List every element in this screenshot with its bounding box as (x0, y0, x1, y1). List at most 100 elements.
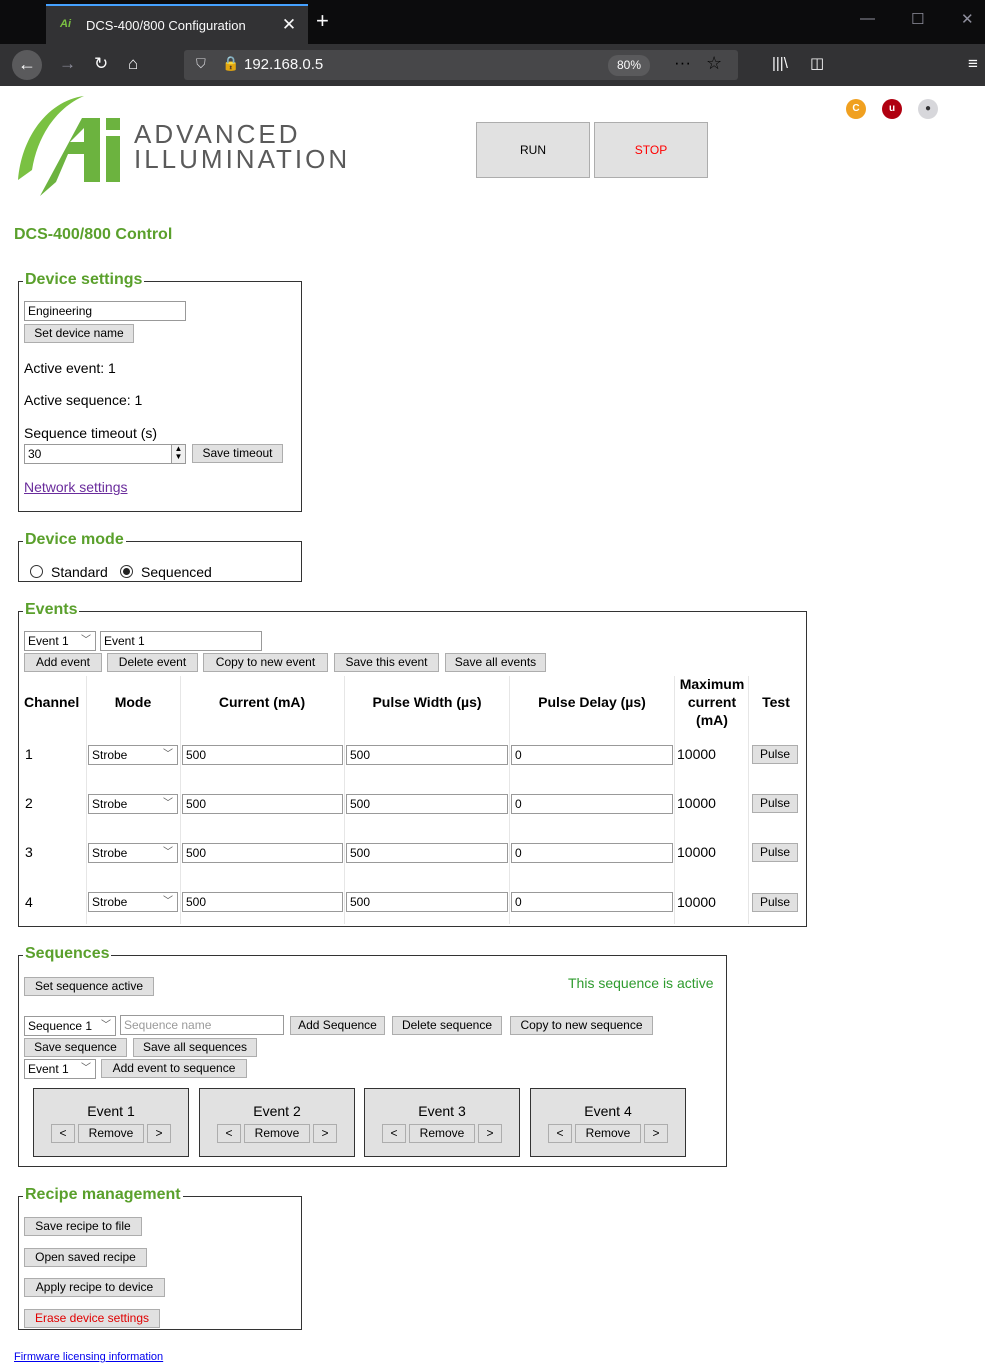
save-this-event-button[interactable]: Save this event (334, 653, 439, 672)
window-close-icon[interactable]: ✕ (961, 10, 974, 28)
pulse-width-input[interactable]: 500 (346, 843, 508, 863)
channel-cell: 1 (25, 746, 33, 762)
pulse-delay-input[interactable]: 0 (511, 843, 673, 863)
pulse-button[interactable]: Pulse (752, 745, 798, 764)
max-current-header-line-1: Maximum (679, 676, 745, 692)
set-device-name-button[interactable]: Set device name (24, 324, 134, 343)
move-right-button[interactable]: > (313, 1124, 337, 1143)
back-icon[interactable]: ← (12, 50, 42, 80)
add-sequence-button[interactable]: Add Sequence (290, 1016, 385, 1035)
channel-cell: 4 (25, 894, 33, 910)
sequence-name-input[interactable]: Sequence name (120, 1015, 284, 1035)
set-sequence-active-button[interactable]: Set sequence active (24, 977, 154, 996)
address-bar[interactable]: ⛉ 🔒 192.168.0.5 80% ··· ☆ (184, 50, 738, 80)
mode-select[interactable]: Strobe ﹀ (88, 745, 178, 765)
erase-device-settings-button[interactable]: Erase device settings (24, 1309, 160, 1328)
copy-to-new-sequence-button[interactable]: Copy to new sequence (510, 1016, 653, 1035)
move-left-button[interactable]: < (382, 1124, 406, 1143)
sequenced-radio[interactable] (120, 565, 133, 578)
library-icon[interactable]: |||\ (772, 53, 788, 75)
move-left-button[interactable]: < (51, 1124, 75, 1143)
mode-select[interactable]: Strobe ﹀ (88, 794, 178, 814)
delete-sequence-button[interactable]: Delete sequence (392, 1016, 502, 1035)
pulse-button[interactable]: Pulse (752, 794, 798, 813)
current-input[interactable]: 500 (182, 745, 343, 765)
tab-title: DCS-400/800 Configuration (86, 17, 246, 33)
recipe-management-legend: Recipe management (23, 1185, 183, 1205)
event-select[interactable]: Event 1 ﹀ (24, 631, 96, 651)
pulse-delay-input[interactable]: 0 (511, 794, 673, 814)
spinner-icon[interactable]: ▲ ▼ (171, 445, 185, 463)
move-left-button[interactable]: < (217, 1124, 241, 1143)
copy-to-new-event-button[interactable]: Copy to new event (203, 653, 328, 672)
mode-select[interactable]: Strobe ﹀ (88, 843, 178, 863)
pulse-button[interactable]: Pulse (752, 843, 798, 862)
timeout-value: 30 (28, 447, 42, 461)
device-mode-legend: Device mode (23, 530, 126, 550)
page-actions-icon[interactable]: ··· (674, 53, 691, 73)
close-tab-icon[interactable]: ✕ (278, 15, 300, 35)
event-card-name: Event 1 (87, 1103, 135, 1119)
pulse-delay-input[interactable]: 0 (511, 892, 673, 912)
apply-recipe-to-device-button[interactable]: Apply recipe to device (24, 1278, 165, 1297)
timeout-input[interactable]: 30 ▲ ▼ (24, 444, 186, 464)
ublock-icon[interactable]: u (882, 99, 902, 119)
sequence-select-value: Sequence 1 (28, 1019, 93, 1033)
move-right-button[interactable]: > (644, 1124, 668, 1143)
delete-event-button[interactable]: Delete event (107, 653, 198, 672)
forward-icon[interactable]: → (59, 53, 76, 75)
pulse-width-input[interactable]: 500 (346, 794, 508, 814)
shield-icon[interactable]: ⛉ (196, 56, 206, 72)
insecure-lock-icon[interactable]: 🔒 (222, 55, 239, 72)
sidebar-icon[interactable]: ◫ (810, 53, 824, 75)
current-input[interactable]: 500 (182, 843, 343, 863)
sequences-legend: Sequences (23, 944, 112, 964)
remove-event-button[interactable]: Remove (78, 1124, 144, 1143)
sequence-select[interactable]: Sequence 1 ﹀ (24, 1016, 116, 1036)
mode-select[interactable]: Strobe ﹀ (88, 892, 178, 912)
save-timeout-button[interactable]: Save timeout (192, 444, 283, 463)
current-input[interactable]: 500 (182, 794, 343, 814)
extension-coupon-icon[interactable]: C (846, 99, 866, 119)
chevron-down-icon: ﹀ (81, 1063, 91, 1074)
remove-event-button[interactable]: Remove (244, 1124, 310, 1143)
add-event-to-sequence-button[interactable]: Add event to sequence (101, 1059, 247, 1078)
new-tab-icon[interactable]: + (316, 9, 329, 33)
save-all-events-button[interactable]: Save all events (445, 653, 546, 672)
sequence-event-select[interactable]: Event 1 ﹀ (24, 1059, 96, 1079)
pulse-button[interactable]: Pulse (752, 893, 798, 912)
remove-event-button[interactable]: Remove (409, 1124, 475, 1143)
stop-button[interactable]: STOP (594, 122, 708, 178)
open-saved-recipe-button[interactable]: Open saved recipe (24, 1248, 147, 1267)
move-right-button[interactable]: > (478, 1124, 502, 1143)
pulse-width-header: Pulse Width (µs) (372, 694, 482, 710)
save-sequence-button[interactable]: Save sequence (24, 1038, 127, 1057)
save-all-sequences-button[interactable]: Save all sequences (133, 1038, 257, 1057)
run-button[interactable]: RUN (476, 122, 590, 178)
add-event-button[interactable]: Add event (24, 653, 102, 672)
standard-radio[interactable] (30, 565, 43, 578)
home-icon[interactable]: ⌂ (128, 53, 138, 75)
minimize-icon[interactable]: — (860, 10, 875, 27)
ai-favicon-icon: Ai (60, 18, 71, 30)
account-icon[interactable]: ● (918, 99, 938, 119)
current-input[interactable]: 500 (182, 892, 343, 912)
event-name-input[interactable]: Event 1 (100, 631, 262, 651)
pulse-width-input[interactable]: 500 (346, 745, 508, 765)
pulse-delay-input[interactable]: 0 (511, 745, 673, 765)
firmware-licensing-link[interactable]: Firmware licensing information (14, 1351, 163, 1363)
browser-tab[interactable]: Ai DCS-400/800 Configuration ✕ (46, 4, 308, 44)
save-recipe-to-file-button[interactable]: Save recipe to file (24, 1217, 142, 1236)
zoom-badge[interactable]: 80% (608, 55, 650, 76)
bookmark-star-icon[interactable]: ☆ (706, 53, 722, 74)
channel-header: Channel (24, 694, 80, 710)
move-left-button[interactable]: < (548, 1124, 572, 1143)
move-right-button[interactable]: > (147, 1124, 171, 1143)
network-settings-link[interactable]: Network settings (24, 479, 127, 495)
menu-icon[interactable]: ≡ (968, 53, 978, 75)
device-name-input[interactable]: Engineering (24, 301, 186, 321)
remove-event-button[interactable]: Remove (575, 1124, 641, 1143)
reload-icon[interactable]: ↻ (94, 53, 108, 75)
maximize-icon[interactable]: ☐ (911, 10, 924, 28)
pulse-width-input[interactable]: 500 (346, 892, 508, 912)
